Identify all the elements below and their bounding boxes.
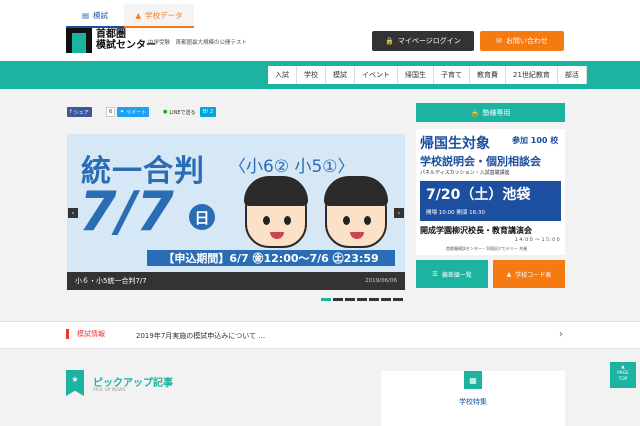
menu-item-event[interactable]: イベント [355, 66, 398, 84]
ad-line2: 学校説明会・個別相談会 [420, 155, 541, 168]
banner-grade: 〈小6② 小5①〉 [229, 157, 355, 177]
banner-date: 7/7 [79, 180, 174, 243]
slider-dot[interactable] [357, 298, 367, 301]
menu-item-gakko[interactable]: 学校 [297, 66, 326, 84]
hatena-bookmark-button[interactable]: B! 2 [200, 107, 217, 117]
slider-dot[interactable] [369, 298, 379, 301]
login-label: マイページログイン [397, 37, 461, 45]
ad-line1: 帰国生対象 [420, 136, 490, 152]
slider-next-button[interactable]: › [394, 208, 404, 218]
ad-time: 開場 10:00 開演 16:30 [426, 210, 485, 216]
chevron-left-icon: ‹ [71, 209, 75, 217]
ad-footer: 首都圏模試センター・早稲田アカデミー 共催 [446, 246, 528, 251]
site-logo[interactable]: 首都圏 模試センター [66, 27, 156, 53]
school-building-icon: ▦ [464, 371, 482, 389]
ad-time2: １４:００ 〜 １５:００ [514, 238, 561, 243]
banner-day: 日 [189, 204, 215, 230]
menu-item-bukatsu[interactable]: 部活 [558, 66, 587, 84]
banner-caption-date: 2019/06/06 [365, 278, 397, 284]
twitter-icon: ✦ [120, 109, 125, 115]
news-text[interactable]: 2019年7月実施の模試申込みについて … [136, 331, 265, 341]
mypage-login-button[interactable]: 🔒 マイページログイン [372, 31, 474, 51]
hensachi-list-button[interactable]: ☰ 偏差値一覧 [416, 260, 488, 288]
menu-item-kikokusei[interactable]: 帰国生 [398, 66, 434, 84]
line-icon: ● [163, 109, 168, 115]
news-ticker[interactable]: 模試情報 2019年7月実施の模試申込みについて … › [0, 321, 640, 349]
category-menu: 入試 学校 模試 イベント 帰国生 子育て 教育費 21世紀教育 部活 [268, 66, 587, 84]
facebook-count: 6 [106, 107, 116, 117]
menu-item-nyushi[interactable]: 入試 [268, 66, 297, 84]
slider-prev-button[interactable]: ‹ [68, 208, 78, 218]
contact-label: お問い合わせ [505, 37, 548, 45]
lock-icon: 🔒 [385, 37, 394, 45]
feature-title: 学校特集 [459, 398, 487, 406]
slider-dot[interactable] [333, 298, 343, 301]
menu-item-kyoikuhi[interactable]: 教育費 [470, 66, 506, 84]
logo-line2: 模試センター [96, 40, 156, 51]
school-icon: ▲ [135, 10, 142, 20]
boy-illustration [244, 176, 308, 248]
news-tag: 模試情報 [66, 329, 105, 339]
document-icon: ▤ [81, 10, 90, 20]
line-share-button[interactable]: ● LINEで送る [160, 107, 199, 117]
tab-school-data[interactable]: ▲ 学校データ [124, 4, 194, 28]
logo-mark-icon [66, 27, 92, 53]
facebook-icon: f [70, 109, 72, 115]
juku-only-button[interactable]: 🔒 塾様専用 [416, 103, 565, 122]
contact-button[interactable]: ✉ お問い合わせ [480, 31, 564, 51]
banner-caption[interactable]: 小６・小5統一合判7/7 2019/06/06 [67, 272, 405, 290]
ad-date-bar: 7/20（土）池袋 開場 10:00 開演 16:30 [420, 181, 561, 221]
tweet-button[interactable]: ✦ ツイート [117, 107, 150, 117]
ad-line3: パネルディスカッション・入試基礎講座 [420, 170, 510, 176]
column-link[interactable]: しゅともしコラム [208, 9, 264, 19]
slider-dot[interactable] [381, 298, 391, 301]
ad-line1-sub: 参加 100 校 [512, 136, 559, 145]
school-icon: ▲ [506, 270, 512, 278]
pickup-title: ピックアップ記事 [93, 378, 173, 389]
tab-moshi[interactable]: ▤ 模試 [66, 4, 124, 28]
slider-dot[interactable] [393, 298, 403, 301]
menu-item-21c[interactable]: 21世紀教育 [506, 66, 558, 84]
list-icon: ☰ [432, 270, 438, 278]
hero-banner[interactable]: 統一合判 〈小6② 小5①〉 7/7 日 【申込期間】6/7 ㊎12:00〜7/… [67, 134, 405, 272]
chevron-right-icon[interactable]: › [559, 329, 563, 340]
pickup-subtitle: PICK UP NEWS [93, 388, 126, 393]
side-ad-banner[interactable]: 帰国生対象 参加 100 校 学校説明会・個別相談会 パネルディスカッション・入… [416, 129, 565, 255]
school-code-button[interactable]: ▲ 学校コード表 [493, 260, 565, 288]
tagline: 中学受験 首都圏最大規模の公開テスト [148, 40, 248, 46]
slider-dot[interactable] [345, 298, 355, 301]
facebook-share-button[interactable]: f シェア [67, 107, 92, 117]
banner-period: 【申込期間】6/7 ㊎12:00〜7/6 ㊏23:59 [147, 250, 395, 266]
menu-item-moshi[interactable]: 模試 [326, 66, 355, 84]
menu-item-kosodate[interactable]: 子育て [434, 66, 470, 84]
chevron-right-icon: › [397, 209, 401, 217]
ad-date: 7/20（土）池袋 [426, 187, 531, 203]
slider-dot[interactable] [321, 298, 331, 301]
logo-line1: 首都圏 [96, 29, 126, 40]
page-top-button[interactable]: ▲ PAGE TOP [610, 362, 636, 388]
girl-illustration [324, 176, 388, 248]
slider-dots [321, 298, 403, 301]
lock-icon: 🔒 [470, 108, 480, 117]
ad-line4: 開成学園柳沢校長・教育講演会 [420, 226, 532, 235]
mail-icon: ✉ [496, 37, 502, 45]
